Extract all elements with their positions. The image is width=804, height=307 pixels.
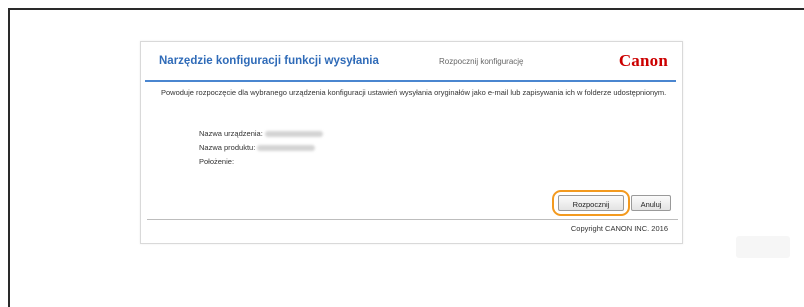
device-name-value-redacted	[264, 131, 323, 138]
device-name-row: Nazwa urządzenia:	[199, 127, 323, 141]
blurred-background-element	[736, 236, 790, 258]
device-info: Nazwa urządzenia: Nazwa produktu: Położe…	[199, 127, 323, 169]
location-row: Położenie:	[199, 155, 323, 169]
product-name-label: Nazwa produktu:	[199, 143, 256, 152]
dialog-description: Powoduje rozpoczęcie dla wybranego urząd…	[161, 88, 667, 97]
send-settings-dialog: Narzędzie konfiguracji funkcji wysyłania…	[140, 41, 683, 244]
canon-logo: Canon	[618, 51, 668, 70]
location-label: Położenie:	[199, 157, 235, 166]
header-divider	[145, 80, 676, 82]
dialog-subtitle: Rozpocznij konfigurację	[439, 57, 524, 66]
device-name-label: Nazwa urządzenia:	[199, 129, 263, 138]
dialog-header: Narzędzie konfiguracji funkcji wysyłania…	[141, 42, 682, 79]
product-name-value-redacted	[257, 145, 316, 152]
cancel-button[interactable]: Anuluj	[631, 195, 671, 211]
dialog-title: Narzędzie konfiguracji funkcji wysyłania	[159, 55, 379, 67]
start-button[interactable]: Rozpocznij	[558, 195, 624, 211]
frame-fade	[10, 267, 804, 307]
copyright-text: Copyright CANON INC. 2016	[570, 224, 668, 233]
product-name-row: Nazwa produktu:	[199, 141, 323, 155]
footer-divider	[147, 219, 678, 220]
